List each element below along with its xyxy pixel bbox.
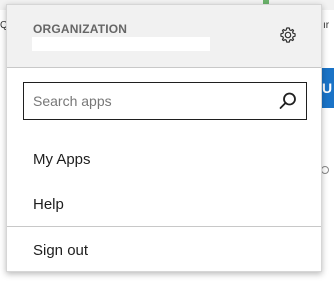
- background-right-text: ır: [323, 20, 330, 31]
- search-box: [23, 82, 307, 120]
- search-input[interactable]: [24, 83, 264, 119]
- organization-label: ORGANIZATION: [33, 22, 128, 36]
- menu-item-help[interactable]: Help: [33, 196, 64, 213]
- organization-header: ORGANIZATION: [7, 5, 321, 68]
- search-icon[interactable]: [278, 91, 298, 111]
- background-blue-button[interactable]: U: [321, 68, 334, 108]
- background-radio-circle[interactable]: [321, 166, 329, 174]
- sign-out-button[interactable]: Sign out: [33, 242, 88, 259]
- account-dropdown-menu: ORGANIZATION My Apps Help Sign out: [6, 4, 322, 272]
- menu-divider: [7, 226, 321, 227]
- organization-name-redacted: [32, 37, 210, 51]
- menu-item-my-apps[interactable]: My Apps: [33, 151, 91, 168]
- gear-icon[interactable]: [279, 26, 297, 44]
